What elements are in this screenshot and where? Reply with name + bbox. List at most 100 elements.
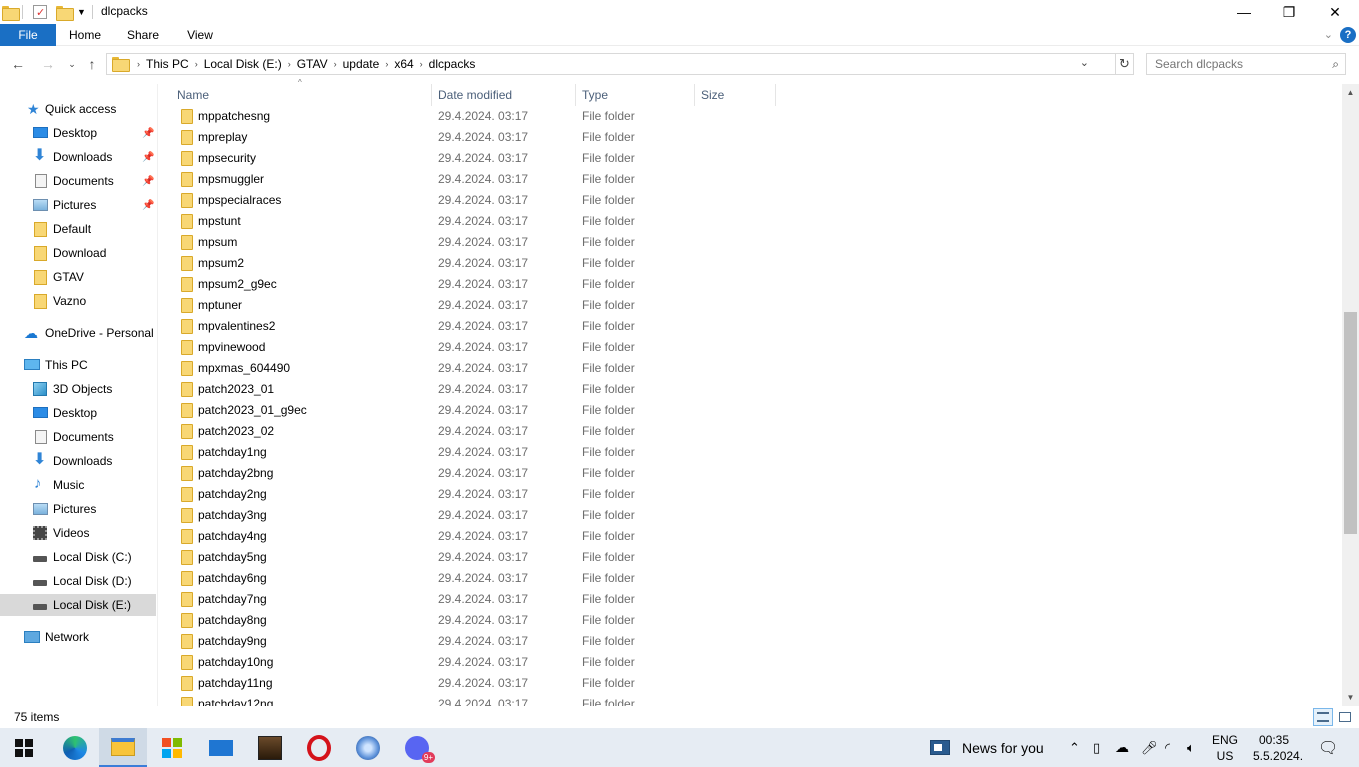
taskbar-store[interactable] bbox=[148, 728, 196, 767]
microphone-icon[interactable]: 🎤︎ bbox=[1141, 728, 1158, 767]
tray-device-icon[interactable]: ▯ bbox=[1093, 728, 1100, 767]
sidebar-item-local-disk-c[interactable]: Local Disk (C:) bbox=[0, 546, 156, 568]
table-row[interactable]: mpsmuggler 29.4.2024. 03:17 File folder bbox=[172, 169, 1342, 190]
properties-icon[interactable]: ✓ bbox=[33, 5, 47, 19]
sidebar-item-desktop[interactable]: Desktop 📌 bbox=[0, 122, 156, 144]
table-row[interactable]: mpreplay 29.4.2024. 03:17 File folder bbox=[172, 127, 1342, 148]
refresh-button[interactable]: ↻ bbox=[1116, 53, 1134, 75]
table-row[interactable]: patchday7ng 29.4.2024. 03:17 File folder bbox=[172, 589, 1342, 610]
breadcrumb-gtav[interactable]: GTAV bbox=[291, 57, 334, 71]
address-bar[interactable]: › This PC › Local Disk (E:) › GTAV › upd… bbox=[106, 53, 1116, 75]
onedrive-tray-icon[interactable]: ☁ bbox=[1115, 728, 1129, 767]
up-button[interactable]: ↑ bbox=[82, 54, 102, 74]
customize-quick-access-icon[interactable]: ▼ bbox=[77, 3, 86, 21]
breadcrumb-this-pc[interactable]: This PC bbox=[140, 57, 195, 71]
table-row[interactable]: mpsum 29.4.2024. 03:17 File folder bbox=[172, 232, 1342, 253]
taskbar-browser[interactable] bbox=[344, 728, 392, 767]
table-row[interactable]: mpspecialraces 29.4.2024. 03:17 File folde… bbox=[172, 190, 1342, 211]
tab-file[interactable]: File bbox=[0, 24, 56, 46]
expand-ribbon-icon[interactable]: ⌄ bbox=[1324, 28, 1333, 41]
address-dropdown-icon[interactable]: ⌄ bbox=[1080, 56, 1089, 69]
search-box[interactable]: ⌕ bbox=[1146, 53, 1346, 75]
sidebar-item-download[interactable]: Download bbox=[0, 242, 156, 264]
table-row[interactable]: patchday6ng 29.4.2024. 03:17 File folder bbox=[172, 568, 1342, 589]
table-row[interactable]: mpsum2 29.4.2024. 03:17 File folder bbox=[172, 253, 1342, 274]
pin-icon[interactable]: 📌 bbox=[142, 128, 154, 139]
restore-button[interactable]: ❐ bbox=[1266, 0, 1312, 24]
taskbar-discord[interactable]: 9+ bbox=[393, 728, 441, 767]
sidebar-item-onedrive[interactable]: ☁ OneDrive - Personal bbox=[0, 322, 156, 344]
notifications-icon[interactable]: 🗨︎ bbox=[1318, 728, 1338, 767]
sidebar-item-downloads-pc[interactable]: ⬇ Downloads bbox=[0, 450, 156, 472]
sidebar-item-desktop-pc[interactable]: Desktop bbox=[0, 402, 156, 424]
new-folder-icon[interactable] bbox=[56, 3, 74, 21]
sidebar-item-pictures[interactable]: Pictures 📌 bbox=[0, 194, 156, 216]
breadcrumb-dlcpacks[interactable]: dlcpacks bbox=[423, 57, 482, 71]
table-row[interactable]: patch2023_01_g9ec 29.4.2024. 03:17 File fo… bbox=[172, 400, 1342, 421]
sidebar-item-quick-access[interactable]: ★ Quick access bbox=[0, 98, 156, 120]
sidebar-item-network[interactable]: Network bbox=[0, 626, 156, 648]
sidebar-item-documents-pc[interactable]: Documents bbox=[0, 426, 156, 448]
sidebar-item-documents[interactable]: Documents 📌 bbox=[0, 170, 156, 192]
table-row[interactable]: mpsum2_g9ec 29.4.2024. 03:17 File folder bbox=[172, 274, 1342, 295]
help-button[interactable]: ? bbox=[1340, 27, 1356, 43]
table-row[interactable]: mpxmas_604490 29.4.2024. 03:17 File folder bbox=[172, 358, 1342, 379]
table-row[interactable]: mpvalentines2 29.4.2024. 03:17 File folder bbox=[172, 316, 1342, 337]
sidebar-item-music[interactable]: ♪ Music bbox=[0, 474, 156, 496]
table-row[interactable]: mppatchesng 29.4.2024. 03:17 File folder bbox=[172, 106, 1342, 127]
table-row[interactable]: mpstunt 29.4.2024. 03:17 File folder bbox=[172, 211, 1342, 232]
close-button[interactable]: ✕ bbox=[1312, 0, 1358, 24]
sidebar-item-pictures-pc[interactable]: Pictures bbox=[0, 498, 156, 520]
taskbar-game[interactable] bbox=[246, 728, 294, 767]
show-hidden-icons-button[interactable]: ⌃ bbox=[1069, 728, 1080, 767]
scroll-up-icon[interactable]: ▲ bbox=[1342, 84, 1359, 101]
table-row[interactable]: patchday1ng 29.4.2024. 03:17 File folder bbox=[172, 442, 1342, 463]
search-input[interactable] bbox=[1147, 54, 1317, 74]
table-row[interactable]: patchday3ng 29.4.2024. 03:17 File folder bbox=[172, 505, 1342, 526]
start-button[interactable] bbox=[0, 728, 48, 767]
scroll-down-icon[interactable]: ▼ bbox=[1342, 689, 1359, 706]
sidebar-item-gtav[interactable]: GTAV bbox=[0, 266, 156, 288]
pin-icon[interactable]: 📌 bbox=[142, 200, 154, 211]
table-row[interactable]: patchday11ng 29.4.2024. 03:17 File folder bbox=[172, 673, 1342, 694]
table-row[interactable]: patch2023_02 29.4.2024. 03:17 File folder bbox=[172, 421, 1342, 442]
volume-icon[interactable]: 🔈︎ bbox=[1187, 728, 1195, 767]
table-row[interactable]: patchday4ng 29.4.2024. 03:17 File folder bbox=[172, 526, 1342, 547]
sidebar-item-3d-objects[interactable]: 3D Objects bbox=[0, 378, 156, 400]
taskbar-mail[interactable] bbox=[197, 728, 245, 767]
table-row[interactable]: patchday5ng 29.4.2024. 03:17 File folder bbox=[172, 547, 1342, 568]
scrollbar-thumb[interactable] bbox=[1344, 312, 1357, 534]
clock[interactable]: 00:35 5.5.2024. bbox=[1253, 732, 1303, 764]
sidebar-item-vazno[interactable]: Vazno bbox=[0, 290, 156, 312]
pin-icon[interactable]: 📌 bbox=[142, 152, 154, 163]
wifi-icon[interactable]: ◜ bbox=[1165, 728, 1170, 767]
pin-icon[interactable]: 📌 bbox=[142, 176, 154, 187]
news-widget[interactable]: News for you bbox=[930, 728, 1044, 767]
table-row[interactable]: patchday12ng 29.4.2024. 03:17 File folder bbox=[172, 694, 1342, 706]
table-row[interactable]: patchday9ng 29.4.2024. 03:17 File folder bbox=[172, 631, 1342, 652]
column-name[interactable]: Name bbox=[172, 84, 432, 106]
column-date-modified[interactable]: Date modified bbox=[433, 84, 576, 106]
forward-button[interactable]: → bbox=[38, 54, 58, 74]
table-row[interactable]: patchday2bng 29.4.2024. 03:17 File folder bbox=[172, 463, 1342, 484]
sidebar-item-this-pc[interactable]: This PC bbox=[0, 354, 156, 376]
table-row[interactable]: patchday10ng 29.4.2024. 03:17 File folder bbox=[172, 652, 1342, 673]
table-row[interactable]: patch2023_01 29.4.2024. 03:17 File folder bbox=[172, 379, 1342, 400]
sidebar-item-local-disk-e[interactable]: Local Disk (E:) bbox=[0, 594, 156, 616]
tab-share[interactable]: Share bbox=[122, 24, 164, 46]
breadcrumb-x64[interactable]: x64 bbox=[388, 57, 419, 71]
column-type[interactable]: Type bbox=[577, 84, 695, 106]
sidebar-item-local-disk-d[interactable]: Local Disk (D:) bbox=[0, 570, 156, 592]
large-icons-view-button[interactable] bbox=[1335, 708, 1355, 726]
table-row[interactable]: mpsecurity 29.4.2024. 03:17 File folder bbox=[172, 148, 1342, 169]
sidebar-item-downloads[interactable]: ⬇ Downloads 📌 bbox=[0, 146, 156, 168]
back-button[interactable]: ← bbox=[8, 54, 28, 74]
sidebar-item-videos[interactable]: Videos bbox=[0, 522, 156, 544]
language-indicator[interactable]: ENG US bbox=[1210, 732, 1240, 764]
breadcrumb-local-disk-e[interactable]: Local Disk (E:) bbox=[198, 57, 288, 71]
table-row[interactable]: patchday8ng 29.4.2024. 03:17 File folder bbox=[172, 610, 1342, 631]
table-row[interactable]: mpvinewood 29.4.2024. 03:17 File folder bbox=[172, 337, 1342, 358]
table-row[interactable]: mptuner 29.4.2024. 03:17 File folder bbox=[172, 295, 1342, 316]
breadcrumb-update[interactable]: update bbox=[337, 57, 386, 71]
taskbar-file-explorer[interactable] bbox=[99, 728, 147, 767]
